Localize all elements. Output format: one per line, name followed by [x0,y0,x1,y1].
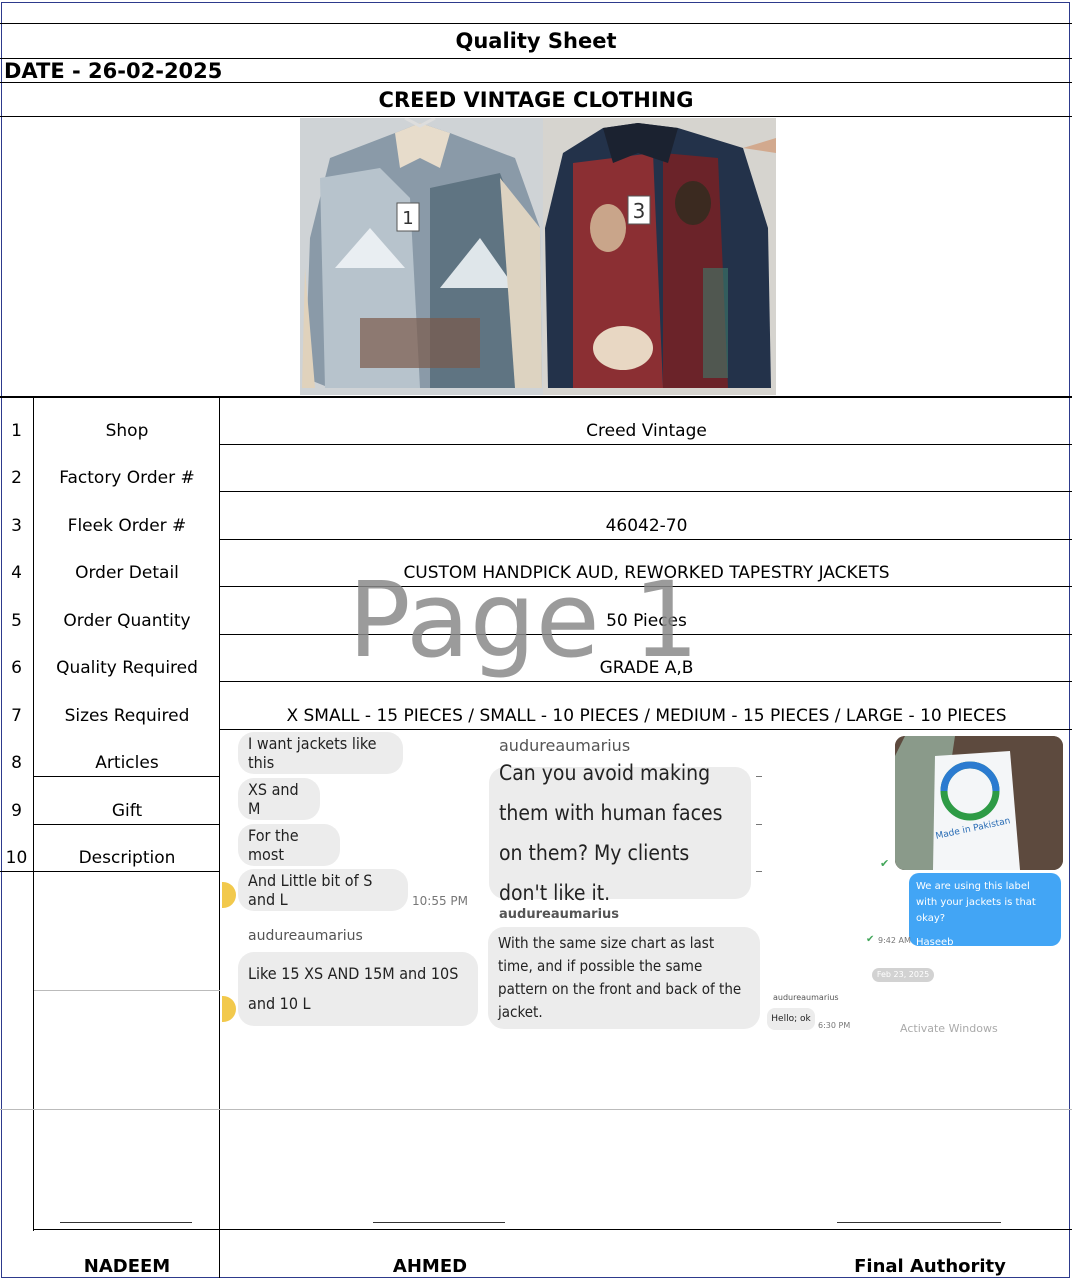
chat-bubble: For the most [238,824,340,866]
signature-final-authority: Final Authority [854,1256,1006,1277]
jacket-photo-right: 3 [543,118,776,395]
rule [34,776,220,777]
chat-bubble: With the same size chart as last time, a… [488,927,760,1029]
row-number: 9 [11,801,22,821]
chat-sender: audureaumarius [773,993,839,1002]
chat-sender: audureaumarius [499,907,620,922]
chat-sender: audureaumarius [248,928,363,944]
rule [220,539,1072,540]
rule [0,1109,1072,1110]
rule [220,681,1072,682]
chat-bubble: Can you avoid making them with human fac… [489,761,751,905]
sheet-title: Quality Sheet [455,29,617,53]
row-number: 2 [11,468,22,488]
row-number: 5 [11,611,22,631]
message-time: 10:55 PM [412,894,468,908]
row-value-shop: Creed Vintage [586,421,707,441]
row-label-factory-order: Factory Order # [59,468,195,488]
jacket-tag-1: 1 [402,208,413,229]
row-value-fleek-order: 46042-70 [605,516,688,536]
message-time: 6:30 PM [818,1021,851,1030]
jacket-photo-left: 1 [300,118,543,395]
signature-line [60,1222,192,1223]
row-number: 10 [5,848,28,868]
date-chip: Feb 23, 2025 [872,968,934,982]
row-label-sizes-required: Sizes Required [64,706,190,726]
activate-windows-text: Activate Windows [900,1022,998,1035]
reaction-emoji-icon [222,882,236,908]
row-label-fleek-order: Fleek Order # [67,516,187,536]
brand-title: CREED VINTAGE CLOTHING [378,88,694,112]
row-label-quality-required: Quality Required [56,658,198,678]
rule [0,82,1072,83]
message-time: 9:42 AM [878,936,911,945]
rule [220,444,1072,445]
row-number: 3 [11,516,22,536]
chat-bubble: And Little bit of S and L [238,869,408,911]
row-label-articles: Articles [95,753,159,773]
rule [0,871,220,872]
chat-screenshot-left: I want jackets like this XS and M For th… [222,730,486,1030]
chat-bubble: Like 15 XS AND 15M and 10S and 10 L [238,952,478,1026]
page-watermark: Page 1 [348,559,699,681]
blue-message-text: We are using this label with your jacket… [916,881,1036,924]
row-number: 8 [11,753,22,773]
row-label-gift: Gift [111,801,143,821]
read-check-icon: ✔ [880,858,890,870]
row-number: 1 [11,421,22,441]
rule [220,491,1072,492]
rule [0,116,1072,117]
chat-screenshot-middle: audureaumarius Can you avoid making them… [486,730,760,1035]
row-number: 6 [11,658,22,678]
row-label-order-detail: Order Detail [75,563,179,583]
signature-line [837,1222,1001,1223]
rule [0,23,1072,24]
row-label-shop: Shop [105,421,149,441]
row-value-sizes-required: X SMALL - 15 PIECES / SMALL - 10 PIECES … [286,706,1007,726]
signature-ahmed: AHMED [392,1256,468,1277]
signature-line [373,1222,505,1223]
row-label-description: Description [78,848,176,868]
rule [34,824,220,825]
rule [34,1229,1072,1230]
jacket-tag-3: 3 [633,199,646,223]
chat-screenshot-right: Made in Pakistan ✔ We are using this lab… [760,730,1070,1040]
rule [34,990,220,991]
signature-nadeem: NADEEM [83,1256,171,1277]
rule [0,396,1072,398]
chat-bubble: I want jackets like this [238,732,403,774]
row-label-order-quantity: Order Quantity [63,611,191,631]
reply-bubble: Hello; ok [767,1008,815,1030]
reaction-emoji-icon [222,996,236,1022]
read-check-icon: ✔ [866,934,875,945]
label-photo: Made in Pakistan [895,736,1063,870]
chat-bubble: XS and M [238,778,320,820]
sheet-date: DATE - 26-02-2025 [4,59,223,83]
row-number: 4 [11,563,22,583]
blue-message-signature: Haseeb [916,937,954,948]
blue-message-bubble: We are using this label with your jacket… [909,873,1061,948]
row-number: 7 [11,706,22,726]
